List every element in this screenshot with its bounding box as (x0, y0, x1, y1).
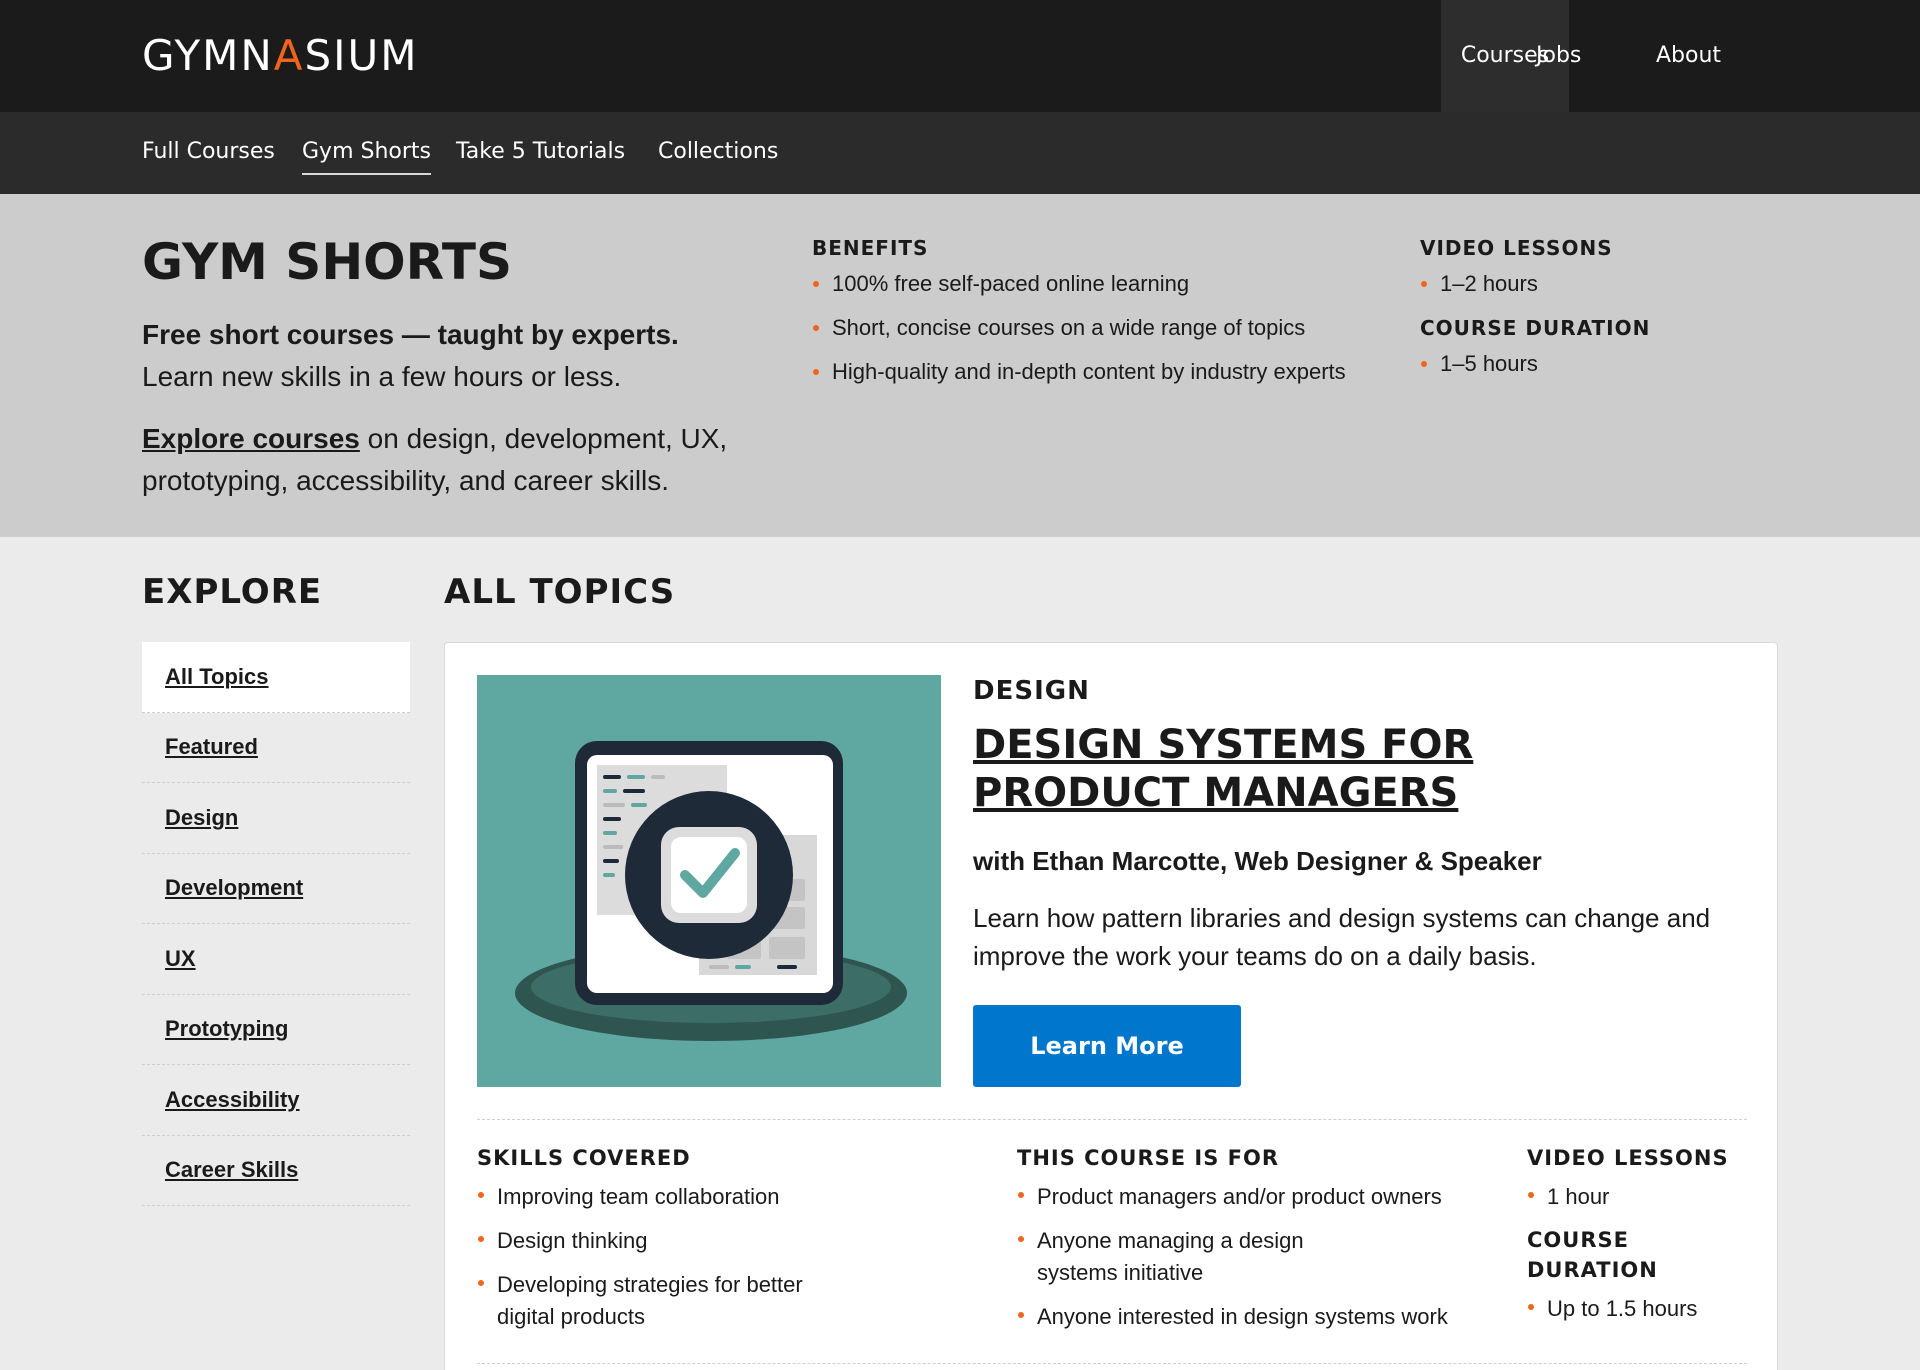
sidebar-link[interactable]: Career Skills (165, 1157, 298, 1183)
hero-section: GYM SHORTS Free short courses — taught b… (0, 194, 1920, 537)
sidebar-link[interactable]: Featured (165, 734, 258, 760)
course-title: DESIGN SYSTEMS FOR PRODUCT MANAGERS (973, 721, 1693, 817)
card-course-duration-list: Up to 1.5 hours (1527, 1293, 1767, 1325)
video-lessons-heading: VIDEO LESSONS (1420, 236, 1613, 260)
sidebar-item-all-topics[interactable]: All Topics (142, 642, 410, 713)
hero-meta-column: VIDEO LESSONS 1–2 hours COURSE DURATION … (1420, 234, 1740, 394)
logo-text-prefix: GYMN (142, 31, 274, 80)
design-system-checklist-illustration (515, 741, 907, 1041)
video-lessons-list: 1–2 hours (1420, 270, 1740, 298)
nav-jobs[interactable]: Jobs (1536, 0, 1636, 112)
sidebar-item-featured[interactable]: Featured (142, 713, 410, 783)
audience-heading: THIS COURSE IS FOR (1017, 1146, 1280, 1170)
benefits-heading: BENEFITS (812, 236, 929, 260)
all-topics-heading: ALL TOPICS (444, 572, 676, 612)
skills-list: Improving team collaboration Design thin… (477, 1181, 897, 1333)
sidebar-item-career-skills[interactable]: Career Skills (142, 1136, 410, 1206)
course-meta-column: VIDEO LESSONS 1 hour COURSE DURATION Up … (1527, 1143, 1767, 1337)
sidebar-link[interactable]: Development (165, 875, 303, 901)
card-bottom-divider (477, 1363, 1747, 1364)
sidebar-item-development[interactable]: Development (142, 854, 410, 924)
benefit-item: Short, concise courses on a wide range o… (812, 314, 1412, 342)
card-video-lessons-heading: VIDEO LESSONS (1527, 1146, 1729, 1170)
page-title: GYM SHORTS (142, 233, 513, 291)
card-course-duration-value: Up to 1.5 hours (1527, 1293, 1767, 1325)
course-duration-heading: COURSE DURATION (1420, 316, 1651, 340)
course-duration-value: 1–5 hours (1420, 350, 1740, 378)
card-course-duration-heading: COURSE DURATION (1527, 1228, 1658, 1282)
audience-column: THIS COURSE IS FOR Product managers and/… (1017, 1143, 1477, 1345)
video-lessons-value: 1–2 hours (1420, 270, 1740, 298)
sidebar-link[interactable]: UX (165, 946, 196, 972)
sidebar-link[interactable]: Accessibility (165, 1087, 300, 1113)
gymnasium-logo[interactable]: GYMNASIUM (142, 34, 419, 78)
course-thumbnail[interactable] (477, 675, 941, 1087)
sidebar-item-prototyping[interactable]: Prototyping (142, 995, 410, 1065)
benefit-item: High-quality and in-depth content by ind… (812, 358, 1412, 386)
course-author: with Ethan Marcotte, Web Designer & Spea… (973, 846, 1542, 876)
course-duration-list: 1–5 hours (1420, 350, 1740, 378)
skills-heading: SKILLS COVERED (477, 1146, 691, 1170)
skill-item: Improving team collaboration (477, 1181, 897, 1213)
subnav-full-courses[interactable]: Full Courses (142, 137, 275, 167)
course-title-link[interactable]: DESIGN SYSTEMS FOR PRODUCT MANAGERS (973, 722, 1473, 816)
subnav-collections[interactable]: Collections (658, 137, 778, 167)
hero-tagline-bold: Free short courses — taught by experts. (142, 319, 679, 350)
hero-explore-text: Explore courses on design, development, … (142, 418, 762, 502)
hero-tagline-rest: Learn new skills in a few hours or less. (142, 361, 622, 392)
sidebar-link[interactable]: Prototyping (165, 1016, 288, 1042)
nav-about[interactable]: About (1656, 0, 1756, 112)
benefit-item: 100% free self-paced online learning (812, 270, 1412, 298)
audience-item: Product managers and/or product owners (1017, 1181, 1477, 1213)
audience-item: Anyone managing a design systems initiat… (1017, 1225, 1347, 1289)
audience-item: Anyone interested in design systems work (1017, 1301, 1477, 1333)
skill-item: Design thinking (477, 1225, 897, 1257)
card-video-lessons-list: 1 hour (1527, 1181, 1767, 1213)
explore-heading: EXPLORE (142, 572, 323, 612)
benefits-list: 100% free self-paced online learning Sho… (812, 270, 1412, 386)
course-card: DESIGN DESIGN SYSTEMS FOR PRODUCT MANAGE… (444, 642, 1778, 1370)
logo-text-suffix: SIUM (304, 31, 419, 80)
logo-text-accent: A (273, 31, 305, 80)
audience-list: Product managers and/or product owners A… (1017, 1181, 1477, 1333)
hero-tagline: Free short courses — taught by experts. … (142, 314, 762, 398)
sub-nav: Full Courses Gym Shorts Take 5 Tutorials… (0, 112, 1920, 194)
card-divider (477, 1119, 1747, 1120)
sidebar-item-accessibility[interactable]: Accessibility (142, 1065, 410, 1136)
subnav-take5-tutorials[interactable]: Take 5 Tutorials (456, 137, 625, 167)
top-header: GYMNASIUM Courses Jobs About (0, 0, 1920, 112)
skill-item: Developing strategies for better digital… (477, 1269, 837, 1333)
course-category: DESIGN (973, 676, 1090, 706)
course-description: Learn how pattern libraries and design s… (973, 903, 1711, 971)
benefits-column: BENEFITS 100% free self-paced online lea… (812, 234, 1412, 402)
sidebar-item-ux[interactable]: UX (142, 924, 410, 995)
subnav-gym-shorts[interactable]: Gym Shorts (302, 137, 431, 175)
explore-sidebar: All Topics Featured Design Development U… (142, 642, 410, 1206)
sidebar-link[interactable]: Design (165, 805, 238, 831)
sidebar-item-design[interactable]: Design (142, 783, 410, 854)
card-video-lessons-value: 1 hour (1527, 1181, 1767, 1213)
sidebar-link[interactable]: All Topics (165, 664, 269, 690)
explore-courses-link[interactable]: Explore courses (142, 423, 360, 454)
skills-column: SKILLS COVERED Improving team collaborat… (477, 1143, 897, 1345)
learn-more-button[interactable]: Learn More (973, 1005, 1241, 1087)
